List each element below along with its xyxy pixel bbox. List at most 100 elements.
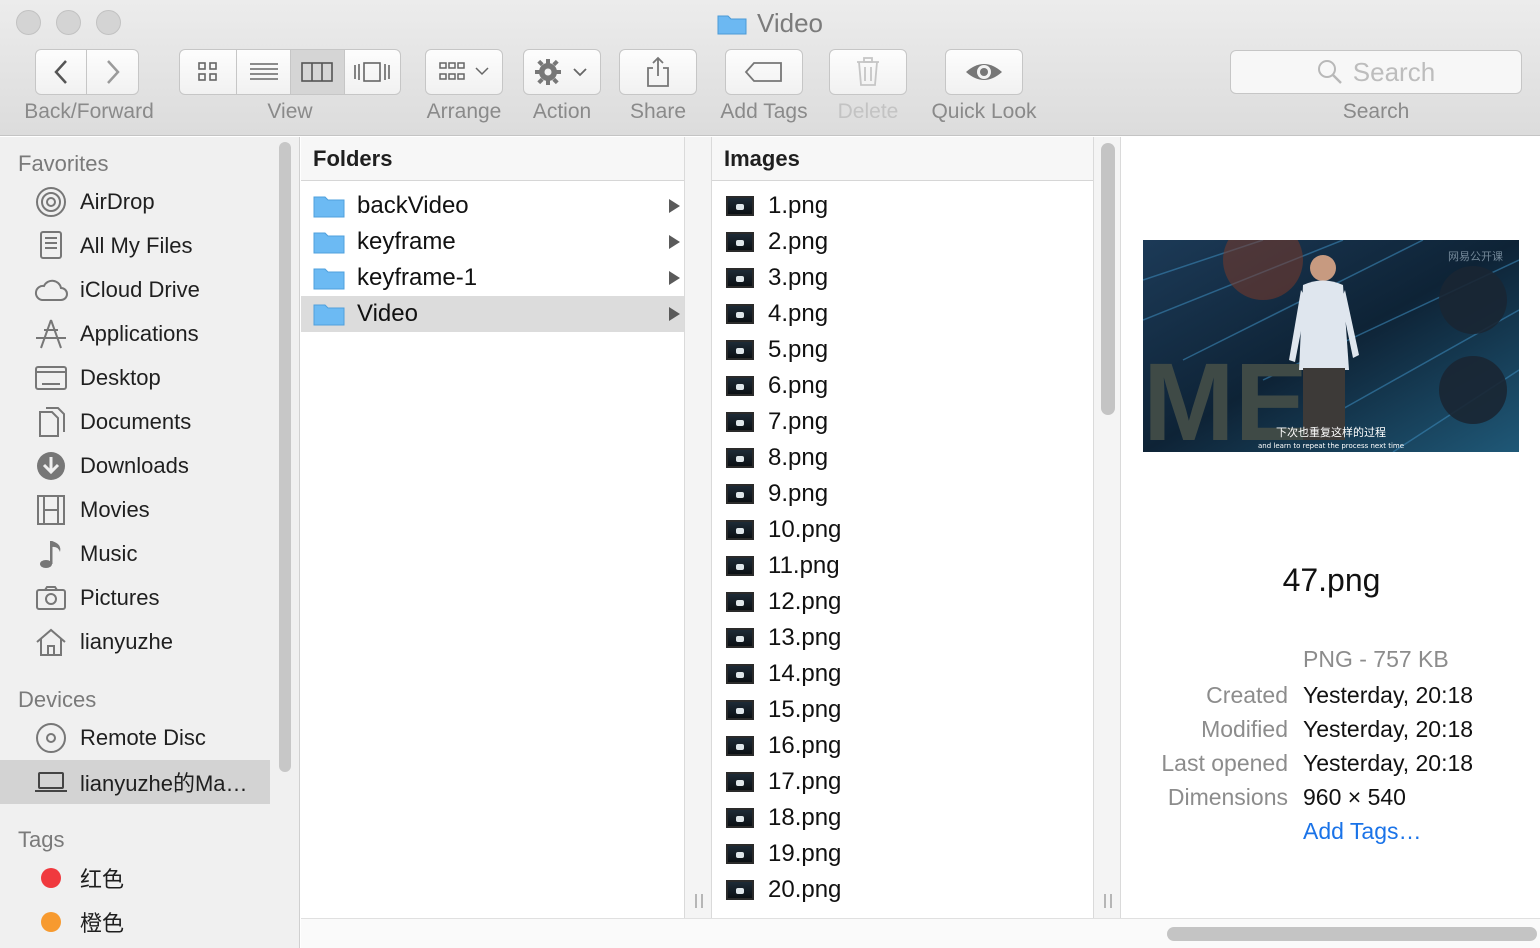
sidebar-item-music[interactable]: Music — [0, 532, 270, 576]
add-tags-button[interactable] — [725, 49, 803, 95]
image-file-row[interactable]: 3.png — [712, 260, 1093, 296]
share-icon — [647, 56, 669, 87]
image-file-row[interactable]: 14.png — [712, 656, 1093, 692]
images-scrollbar[interactable] — [1101, 143, 1115, 415]
add-tags-label: Add Tags — [720, 100, 808, 123]
search-label: Search — [1342, 100, 1410, 123]
image-file-row[interactable]: 17.png — [712, 764, 1093, 800]
image-file-icon — [726, 340, 754, 360]
quick-look-button[interactable] — [945, 49, 1023, 95]
image-file-name: 16.png — [768, 732, 842, 759]
tags-heading: Tags — [18, 827, 65, 852]
sidebar-item-tag-red[interactable]: 红色 — [0, 856, 270, 900]
image-file-row[interactable]: 20.png — [712, 872, 1093, 908]
folder-row[interactable]: keyframe-1 — [301, 260, 684, 296]
image-file-row[interactable]: 10.png — [712, 512, 1093, 548]
add-tags-link[interactable]: Add Tags… — [1303, 818, 1421, 845]
image-file-row[interactable]: 2.png — [712, 224, 1093, 260]
image-file-name: 8.png — [768, 444, 829, 471]
sidebar-item-movies[interactable]: Movies — [0, 488, 270, 532]
movies-icon — [34, 493, 68, 527]
disc-icon — [34, 721, 68, 755]
dimensions-label: Dimensions — [1167, 784, 1288, 810]
image-file-row[interactable]: 18.png — [712, 800, 1093, 836]
sidebar-item-macbook[interactable]: lianyuzhe的Ma… — [0, 760, 270, 804]
image-file-row[interactable]: 5.png — [712, 332, 1093, 368]
image-file-name: 17.png — [768, 768, 842, 795]
pictures-icon — [34, 581, 68, 615]
image-file-icon — [726, 844, 754, 864]
search-input[interactable]: Search — [1230, 50, 1522, 94]
sidebar-item-airdrop[interactable]: AirDrop — [0, 180, 270, 224]
image-file-name: 10.png — [768, 516, 842, 543]
image-file-icon — [726, 412, 754, 432]
image-file-name: 15.png — [768, 696, 842, 723]
image-file-row[interactable]: 15.png — [712, 692, 1093, 728]
sidebar-scrollbar[interactable] — [279, 142, 291, 772]
image-file-icon — [726, 664, 754, 684]
delete-button[interactable] — [829, 49, 907, 95]
image-file-row[interactable]: 11.png — [712, 548, 1093, 584]
image-file-name: 5.png — [768, 336, 829, 363]
image-file-row[interactable]: 19.png — [712, 836, 1093, 872]
sidebar-item-pictures[interactable]: Pictures — [0, 576, 270, 620]
list-view-button[interactable] — [237, 50, 291, 94]
arrange-label: Arrange — [426, 100, 502, 123]
view-control — [179, 49, 401, 95]
tag-icon — [744, 62, 782, 82]
image-file-name: 19.png — [768, 840, 842, 867]
image-file-name: 18.png — [768, 804, 842, 831]
sidebar-item-tag-orange[interactable]: 橙色 — [0, 900, 270, 944]
image-file-row[interactable]: 4.png — [712, 296, 1093, 332]
red-tag-dot — [41, 868, 61, 888]
folder-row[interactable]: backVideo — [301, 188, 684, 224]
image-file-row[interactable]: 6.png — [712, 368, 1093, 404]
image-file-name: 3.png — [768, 264, 829, 291]
sidebar-item-documents[interactable]: Documents — [0, 400, 270, 444]
favorites-heading: Favorites — [18, 151, 109, 176]
arrange-button[interactable] — [425, 49, 503, 95]
folder-icon — [313, 232, 345, 254]
image-file-name: 4.png — [768, 300, 829, 327]
chevron-right-icon — [106, 60, 120, 84]
sidebar-item-desktop[interactable]: Desktop — [0, 356, 270, 400]
grid-icon — [198, 62, 218, 81]
action-button[interactable] — [523, 49, 601, 95]
image-file-row[interactable]: 8.png — [712, 440, 1093, 476]
image-file-icon — [726, 520, 754, 540]
sidebar-item-remote-disc[interactable]: Remote Disc — [0, 716, 270, 760]
image-file-row[interactable]: 13.png — [712, 620, 1093, 656]
created-value: Yesterday, 20:18 — [1303, 682, 1474, 708]
cover-flow-button[interactable] — [345, 50, 400, 94]
cloud-icon — [34, 273, 68, 307]
image-file-row[interactable]: 1.png — [712, 188, 1093, 224]
image-file-row[interactable]: 12.png — [712, 584, 1093, 620]
image-file-row[interactable]: 16.png — [712, 728, 1093, 764]
finder-window: Video Back/Forward View Arrange Action S… — [0, 0, 1540, 948]
folder-icon — [313, 304, 345, 326]
sidebar-item-applications[interactable]: Applications — [0, 312, 270, 356]
columns-icon — [301, 62, 334, 82]
folder-row-selected[interactable]: Video — [301, 296, 684, 332]
sidebar-item-all-my-files[interactable]: All My Files — [0, 224, 270, 268]
image-file-row[interactable]: 9.png — [712, 476, 1093, 512]
horizontal-scrollbar[interactable] — [1167, 927, 1537, 941]
sidebar-item-icloud-drive[interactable]: iCloud Drive — [0, 268, 270, 312]
image-file-icon — [726, 808, 754, 828]
sidebar-item-home[interactable]: lianyuzhe — [0, 620, 270, 664]
sidebar-item-downloads[interactable]: Downloads — [0, 444, 270, 488]
folder-row[interactable]: keyframe — [301, 224, 684, 260]
share-button[interactable] — [619, 49, 697, 95]
forward-button[interactable] — [87, 50, 138, 94]
music-icon — [34, 537, 68, 571]
applications-icon — [34, 317, 68, 351]
folders-header: Folders — [301, 137, 684, 181]
image-file-icon — [726, 268, 754, 288]
icon-view-button[interactable] — [180, 50, 238, 94]
image-file-row[interactable]: 7.png — [712, 404, 1093, 440]
back-button[interactable] — [36, 50, 88, 94]
column-view-button[interactable] — [291, 50, 345, 94]
column-resize-handle[interactable] — [684, 137, 712, 918]
toolbar: Video Back/Forward View Arrange Action S… — [0, 0, 1540, 136]
chevron-left-icon — [54, 60, 67, 84]
